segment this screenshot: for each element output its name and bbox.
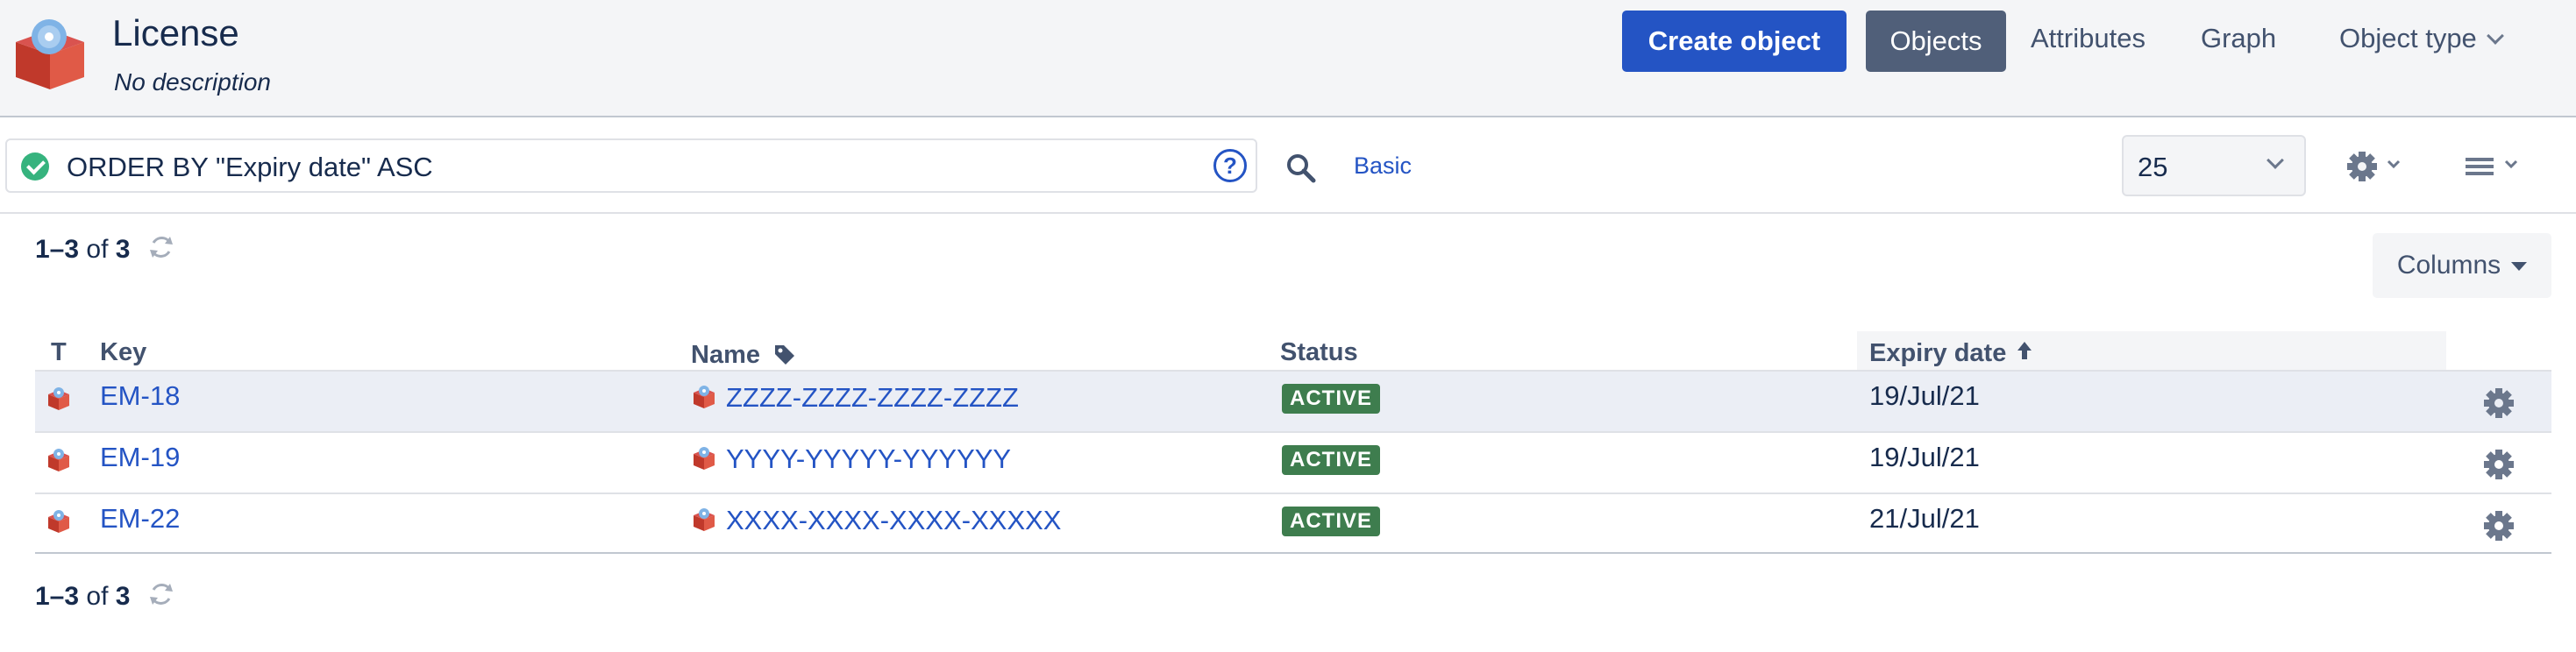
license-box-icon bbox=[694, 447, 715, 470]
license-box-icon bbox=[694, 386, 715, 408]
column-header-key[interactable]: Key bbox=[100, 338, 146, 367]
column-header-type[interactable]: T bbox=[51, 338, 67, 367]
refresh-icon[interactable] bbox=[146, 232, 176, 262]
status-badge: ACTIVE bbox=[1282, 445, 1381, 475]
gear-icon[interactable] bbox=[2343, 149, 2413, 184]
page-size-select[interactable]: 25 bbox=[2122, 135, 2306, 196]
page-title: License bbox=[112, 12, 239, 53]
chevron-down-icon bbox=[2266, 152, 2284, 169]
page-description: No description bbox=[114, 68, 271, 96]
create-object-button[interactable]: Create object bbox=[1622, 11, 1847, 72]
check-circle-icon bbox=[21, 152, 49, 181]
sort-ascending-icon bbox=[2017, 342, 2032, 359]
tab-graph[interactable]: Graph bbox=[2201, 23, 2276, 54]
result-count: 1–3 of 3 bbox=[35, 235, 176, 266]
column-header-status[interactable]: Status bbox=[1280, 338, 1358, 367]
column-header-name[interactable]: Name bbox=[691, 338, 797, 370]
expiry-date: 19/Jul/21 bbox=[1869, 380, 1980, 411]
object-type-label: Object type bbox=[2339, 23, 2477, 53]
status-badge: ACTIVE bbox=[1282, 384, 1381, 414]
tab-objects[interactable]: Objects bbox=[1866, 11, 2006, 72]
column-header-expiry-date[interactable]: Expiry date bbox=[1869, 338, 2034, 368]
columns-button[interactable]: Columns bbox=[2373, 233, 2551, 298]
tag-icon bbox=[775, 345, 795, 365]
refresh-icon[interactable] bbox=[146, 579, 176, 609]
aql-search-input[interactable]: ORDER BY "Expiry date" ASC ? bbox=[5, 138, 1257, 193]
license-box-icon bbox=[48, 510, 69, 533]
help-icon[interactable]: ? bbox=[1213, 149, 1247, 182]
object-name-link[interactable]: ZZZZ-ZZZZ-ZZZZ-ZZZZ bbox=[691, 380, 1019, 414]
table-row[interactable]: EM-18 ZZZZ-ZZZZ-ZZZZ-ZZZZ ACTIVE 19/Jul/… bbox=[35, 370, 2551, 431]
basic-mode-link[interactable]: Basic bbox=[1354, 152, 1412, 180]
object-key-link[interactable]: EM-18 bbox=[100, 380, 180, 412]
expiry-date: 21/Jul/21 bbox=[1869, 503, 1980, 534]
object-name-link[interactable]: XXXX-XXXX-XXXX-XXXXX bbox=[691, 503, 1061, 536]
caret-down-icon bbox=[2511, 262, 2528, 272]
object-key-link[interactable]: EM-22 bbox=[100, 503, 180, 535]
object-type-dropdown[interactable]: Object type bbox=[2339, 23, 2504, 54]
chevron-down-icon bbox=[2486, 27, 2504, 45]
expiry-date: 19/Jul/21 bbox=[1869, 442, 1980, 472]
table-header: T Key Name Status Expiry date bbox=[35, 331, 2551, 370]
list-menu-icon[interactable] bbox=[2460, 149, 2530, 184]
object-schema-header: License No description Create object Obj… bbox=[0, 0, 2576, 117]
divider bbox=[0, 212, 2576, 214]
search-icon[interactable] bbox=[1284, 151, 1319, 186]
page-size-value: 25 bbox=[2138, 152, 2168, 182]
result-count-bottom: 1–3 of 3 bbox=[35, 582, 176, 613]
table-row[interactable]: EM-22 XXXX-XXXX-XXXX-XXXXX ACTIVE 21/Jul… bbox=[35, 493, 2551, 554]
license-box-icon bbox=[48, 387, 69, 410]
gear-icon[interactable] bbox=[2481, 447, 2516, 482]
gear-icon[interactable] bbox=[2481, 386, 2516, 421]
gear-icon[interactable] bbox=[2481, 508, 2516, 543]
object-name-link[interactable]: YYYY-YYYYY-YYYYYY bbox=[691, 442, 1011, 475]
status-badge: ACTIVE bbox=[1282, 507, 1381, 536]
license-box-icon bbox=[694, 508, 715, 531]
table-row[interactable]: EM-19 YYYY-YYYYY-YYYYYY ACTIVE 19/Jul/21 bbox=[35, 431, 2551, 493]
license-box-icon bbox=[16, 19, 84, 89]
object-key-link[interactable]: EM-19 bbox=[100, 442, 180, 473]
tab-attributes[interactable]: Attributes bbox=[2031, 23, 2145, 54]
search-query-text[interactable]: ORDER BY "Expiry date" ASC bbox=[67, 152, 433, 183]
license-box-icon bbox=[48, 449, 69, 471]
